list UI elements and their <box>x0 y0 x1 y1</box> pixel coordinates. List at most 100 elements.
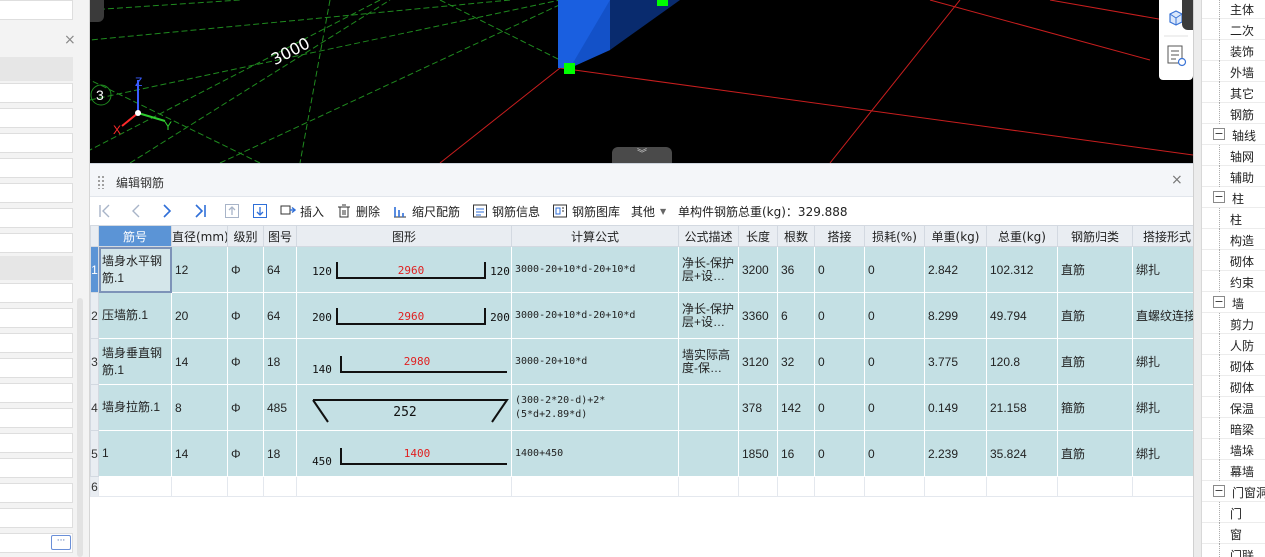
shape-cell[interactable]: 120 2960 120 <box>296 246 512 293</box>
grade-cell[interactable]: Φ <box>227 292 264 339</box>
rebar-library-button[interactable]: 钢筋图库 <box>552 201 620 221</box>
rebar-name-cell[interactable]: 压墙筋.1 <box>98 292 172 339</box>
previous-record-button[interactable] <box>128 201 144 221</box>
rebar-name-cell[interactable]: 墙身拉筋.1 <box>98 384 172 431</box>
column-header[interactable]: 直径(mm) <box>171 225 228 247</box>
category-cell[interactable]: 直筋 <box>1057 338 1133 385</box>
loss-cell[interactable]: 0 <box>864 292 925 339</box>
tree-item[interactable]: 剪力 <box>1202 313 1265 334</box>
formula-cell[interactable]: 3000-20+10*d <box>511 338 679 385</box>
property-row[interactable] <box>0 458 73 478</box>
grade-cell[interactable]: Φ <box>227 246 264 293</box>
grade-cell[interactable]: Φ <box>227 384 264 431</box>
length-cell[interactable]: 1850 <box>738 430 778 477</box>
property-row[interactable] <box>0 183 73 203</box>
tree-item[interactable]: 钢筋 <box>1202 103 1265 124</box>
formula-cell[interactable]: (300-2*20-d)+2*(5*d+2.89*d) <box>511 384 679 431</box>
lap-cell[interactable]: 0 <box>814 292 865 339</box>
formula-description-cell[interactable] <box>678 430 739 477</box>
count-cell[interactable]: 32 <box>777 338 815 385</box>
tree-item[interactable]: 装饰 <box>1202 40 1265 61</box>
table-row[interactable]: 1 墙身水平钢筋.1 12 Φ 64 120 2960 120 3000-20+10*d-20+… <box>90 246 1193 293</box>
row-number[interactable]: 3 <box>90 338 99 385</box>
count-cell[interactable]: 36 <box>777 246 815 293</box>
lap-type-cell[interactable]: 直螺纹连接 <box>1132 292 1193 339</box>
tree-group[interactable]: − 轴线 <box>1202 124 1265 145</box>
formula-description-cell[interactable] <box>678 384 739 431</box>
row-number[interactable]: 5 <box>90 430 99 477</box>
category-cell[interactable]: 箍筋 <box>1057 384 1133 431</box>
formula-description-cell[interactable]: 墙实际高度-保… <box>678 338 739 385</box>
row-number[interactable]: 4 <box>90 384 99 431</box>
total-weight-cell[interactable]: 35.824 <box>986 430 1058 477</box>
empty-cell[interactable] <box>986 476 1058 497</box>
move-down-button[interactable] <box>252 201 268 221</box>
tree-item[interactable]: 轴网 <box>1202 145 1265 166</box>
empty-cell[interactable] <box>171 476 228 497</box>
count-cell[interactable]: 6 <box>777 292 815 339</box>
property-row[interactable] <box>0 358 73 378</box>
grip-point[interactable] <box>657 0 668 6</box>
insert-button[interactable]: 插入 <box>280 201 324 221</box>
view-list-icon[interactable] <box>1167 45 1187 67</box>
column-header[interactable]: 级别 <box>227 225 264 247</box>
next-record-button[interactable] <box>159 201 175 221</box>
column-header[interactable]: 搭接 <box>814 225 865 247</box>
figure-number-cell[interactable]: 18 <box>263 430 297 477</box>
tree-item[interactable]: 人防 <box>1202 334 1265 355</box>
first-record-button[interactable] <box>97 201 113 221</box>
total-weight-cell[interactable]: 49.794 <box>986 292 1058 339</box>
tree-item[interactable]: 墙垛 <box>1202 439 1265 460</box>
property-row[interactable] <box>0 158 73 178</box>
left-panel-close-icon[interactable]: × <box>64 32 76 48</box>
view-cube-icon[interactable] <box>1169 10 1183 26</box>
empty-cell[interactable] <box>227 476 264 497</box>
property-row[interactable] <box>0 108 73 128</box>
lap-type-cell[interactable]: 绑扎 <box>1132 430 1193 477</box>
collapse-viewport-button[interactable]: ︾ <box>612 147 672 163</box>
table-row[interactable]: 2 压墙筋.1 20 Φ 64 200 2960 200 3000-20+10*d-20+10*… <box>90 292 1193 339</box>
empty-cell[interactable] <box>814 476 865 497</box>
table-row[interactable]: 4 墙身拉筋.1 8 Φ 485 252 (300-2*20-d)+2*(5*d+2.89*… <box>90 384 1193 431</box>
property-row[interactable] <box>0 508 73 528</box>
column-header[interactable]: 搭接形式 <box>1132 225 1193 247</box>
diameter-cell[interactable]: 14 <box>171 430 228 477</box>
shape-cell[interactable]: 252 <box>296 384 512 431</box>
grade-cell[interactable]: Φ <box>227 338 264 385</box>
row-number[interactable]: 1 <box>90 246 99 293</box>
property-row[interactable] <box>0 408 73 428</box>
category-cell[interactable]: 直筋 <box>1057 246 1133 293</box>
loss-cell[interactable]: 0 <box>864 384 925 431</box>
lap-type-cell[interactable]: 绑扎 <box>1132 384 1193 431</box>
figure-number-cell[interactable]: 485 <box>263 384 297 431</box>
delete-button[interactable]: 删除 <box>336 201 380 221</box>
tree-group[interactable]: − 门窗洞 <box>1202 481 1265 502</box>
tree-item[interactable]: 保温 <box>1202 397 1265 418</box>
category-cell[interactable]: 直筋 <box>1057 292 1133 339</box>
column-header[interactable]: 根数 <box>777 225 815 247</box>
other-dropdown[interactable]: 其他 ▼ <box>631 201 666 221</box>
category-cell[interactable]: 直筋 <box>1057 430 1133 477</box>
tree-item[interactable]: 暗梁 <box>1202 418 1265 439</box>
tree-item[interactable]: 柱 <box>1202 208 1265 229</box>
property-row[interactable] <box>0 333 73 353</box>
count-cell[interactable]: 16 <box>777 430 815 477</box>
empty-cell[interactable] <box>1057 476 1133 497</box>
loss-cell[interactable]: 0 <box>864 430 925 477</box>
empty-cell[interactable] <box>1132 476 1193 497</box>
tree-item[interactable]: 二次 <box>1202 19 1265 40</box>
shape-cell[interactable]: 200 2960 200 <box>296 292 512 339</box>
tree-item[interactable]: 砌体 <box>1202 250 1265 271</box>
lap-type-cell[interactable]: 绑扎 <box>1132 338 1193 385</box>
diameter-cell[interactable]: 14 <box>171 338 228 385</box>
column-header[interactable]: 图号 <box>263 225 297 247</box>
property-row[interactable] <box>0 483 73 503</box>
column-header[interactable]: 图形 <box>296 225 512 247</box>
rebar-name-cell[interactable]: 1 <box>98 430 172 477</box>
left-panel-scrollbar[interactable] <box>77 298 83 557</box>
property-row[interactable] <box>0 208 73 228</box>
property-row[interactable] <box>0 233 73 253</box>
loss-cell[interactable]: 0 <box>864 246 925 293</box>
tree-item[interactable]: 辅助 <box>1202 166 1265 187</box>
tree-item[interactable]: 约束 <box>1202 271 1265 292</box>
